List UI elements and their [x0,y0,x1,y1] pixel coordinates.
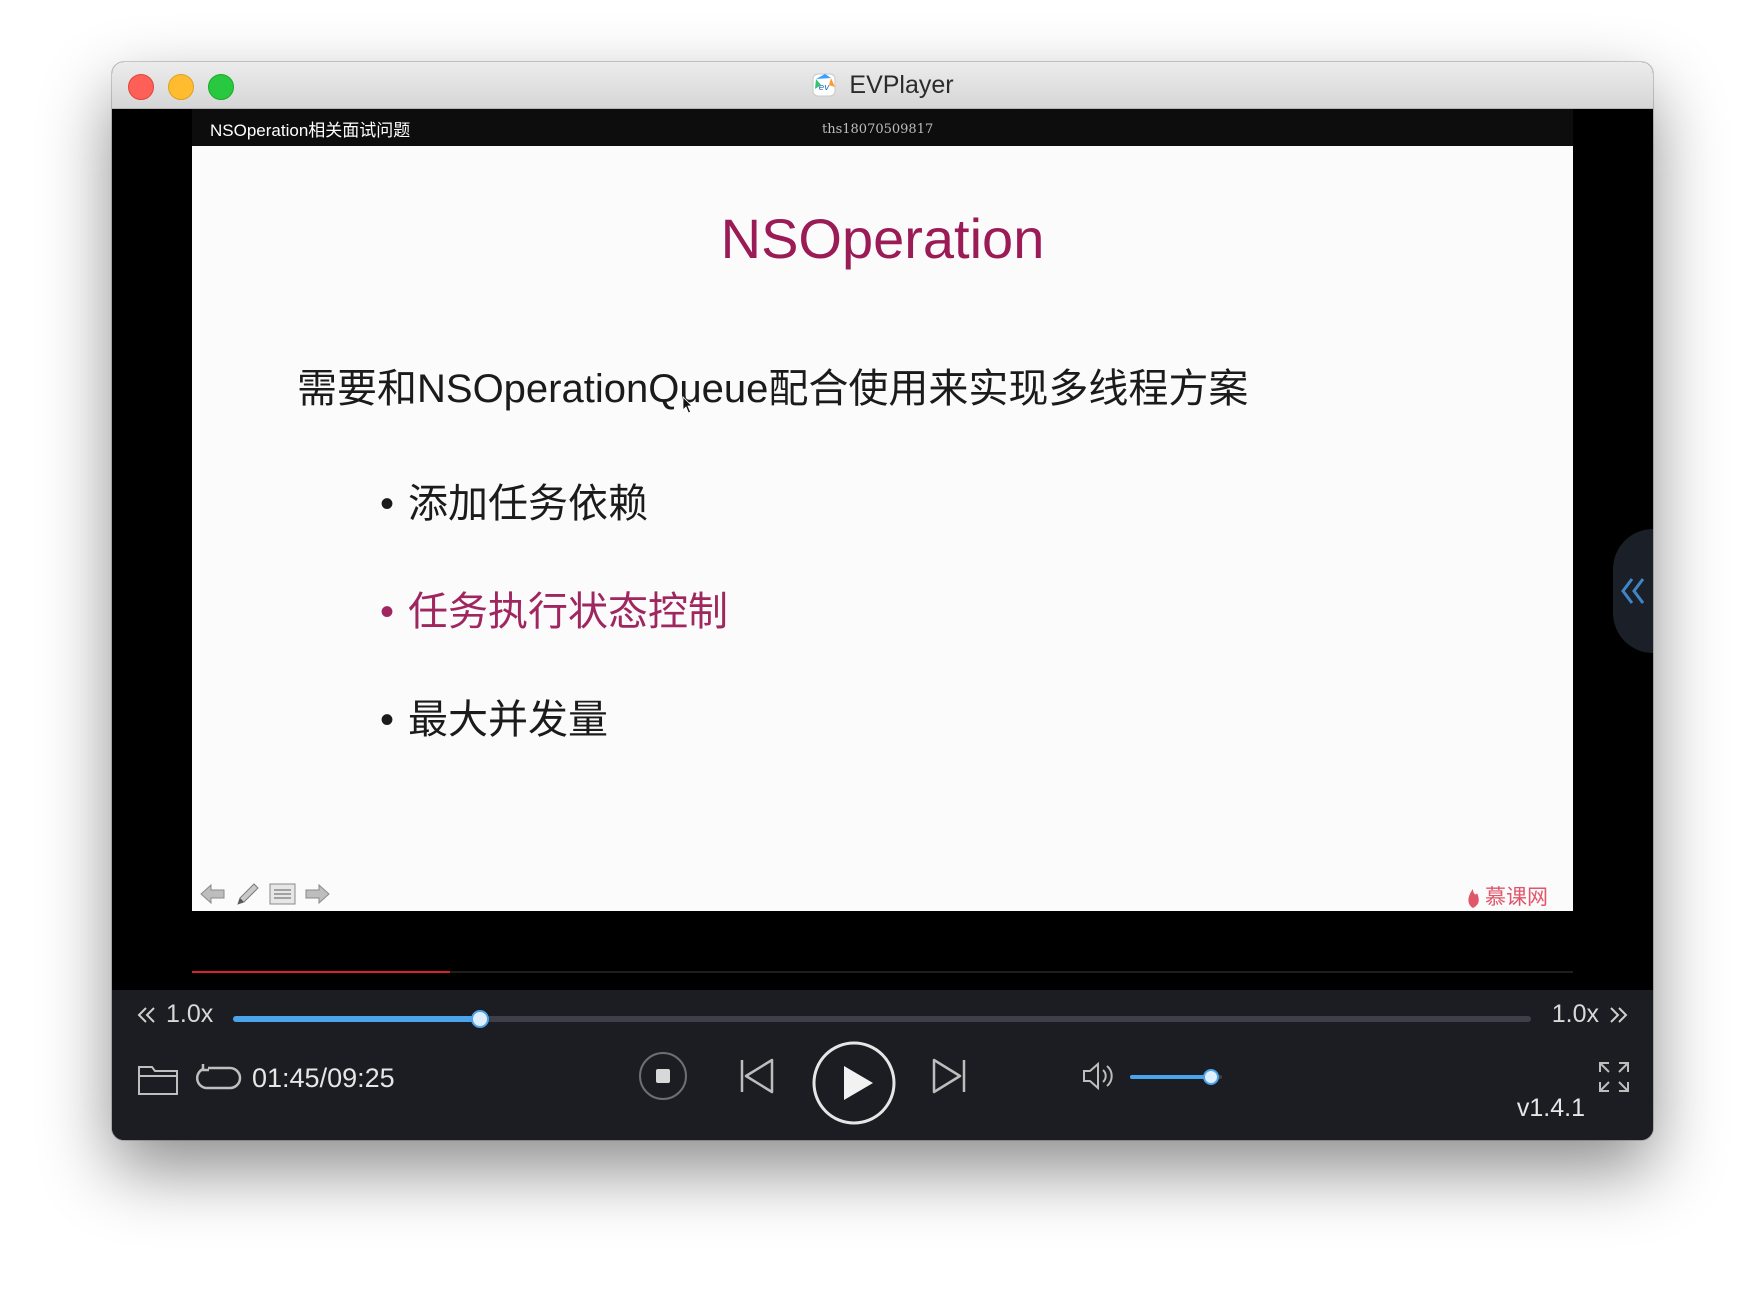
side-panel-toggle[interactable] [1613,529,1653,653]
lesson-title: NSOperation相关面试问题 [210,121,411,140]
bullet-text: 添加任务依赖 [408,482,649,526]
volume-slider-handle[interactable] [1202,1069,1219,1085]
title-bar[interactable]: ev EVPlayer [112,62,1653,109]
evplayer-app-icon: ev [812,73,836,97]
stop-button[interactable] [637,1050,689,1102]
slide-progress-fill [192,971,451,973]
bullet-dot: • [380,482,395,526]
double-chevron-left-icon[interactable] [136,1004,158,1026]
slide-title: NSOperation [720,207,1045,270]
seek-slider-handle[interactable] [470,1010,489,1028]
seek-slider-fill [233,1016,480,1022]
volume-slider[interactable] [1130,1069,1222,1085]
loop-icon[interactable] [194,1062,242,1094]
bullet-dot: • [380,698,395,742]
presentation-slide: NSOperation 需要和NSOperationQueue配合使用来实现多线… [192,146,1573,911]
folder-icon[interactable] [137,1062,179,1096]
video-header-bar: NSOperation相关面试问题 ths18070509817 [192,109,1573,146]
arrow-left-icon [200,883,225,905]
skip-previous-icon [744,1058,774,1094]
double-chevron-left-icon [1621,578,1645,604]
bullet-dot: • [380,590,395,634]
bullet-text: 任务执行状态控制 [408,590,729,634]
list-icon [269,883,296,905]
slide-bullet-2: • 任务执行状态控制 [380,579,728,637]
svg-text:ev: ev [819,83,831,93]
imooc-logo: 慕课网 [1468,885,1548,909]
volume-slider-fill [1130,1075,1211,1079]
mouse-cursor-icon [682,396,693,414]
slide-subtitle: 需要和NSOperationQueue配合使用来实现多线程方案 [297,367,1249,411]
window-title: EVPlayer [849,70,954,99]
evplayer-window: ev EVPlayer NSOperation相关面试问题 ths1807050… [112,62,1653,1140]
skip-next-button[interactable] [930,1056,968,1096]
skip-next-icon [932,1058,962,1094]
time-display: 01:45/09:25 [252,1063,395,1093]
play-icon [844,1066,873,1100]
skip-previous-button[interactable] [738,1056,776,1096]
speed-up-control[interactable]: 1.0x [1552,1000,1629,1029]
slide-playback-progress [192,971,1573,973]
slide-bullet-3: • 最大并发量 [380,687,608,745]
slide-toolbar [198,881,332,907]
svg-text:慕课网: 慕课网 [1485,885,1548,909]
speed-down-control[interactable]: 1.0x [136,1000,213,1029]
speed-right-label: 1.0x [1551,1000,1599,1028]
bullet-text: 最大并发量 [408,698,609,742]
pen-icon [237,883,259,905]
user-watermark: ths18070509817 [822,122,934,137]
player-controls: 1.0x 1.0x 01:45/09:25 v1.4.1 [112,990,1653,1140]
video-area[interactable]: NSOperation相关面试问题 ths18070509817 NSOpera… [112,109,1653,1039]
speed-left-label: 1.0x [166,1000,214,1028]
stop-icon [656,1069,670,1083]
seek-slider[interactable] [233,1010,1531,1028]
volume-icon[interactable] [1080,1058,1118,1094]
arrow-right-icon [305,883,330,905]
slide-bullet-1: • 添加任务依赖 [380,471,648,529]
play-button[interactable] [809,1038,899,1128]
version-label: v1.4.1 [1516,1094,1585,1122]
double-chevron-right-icon[interactable] [1607,1004,1629,1026]
fullscreen-icon[interactable] [1597,1060,1631,1094]
